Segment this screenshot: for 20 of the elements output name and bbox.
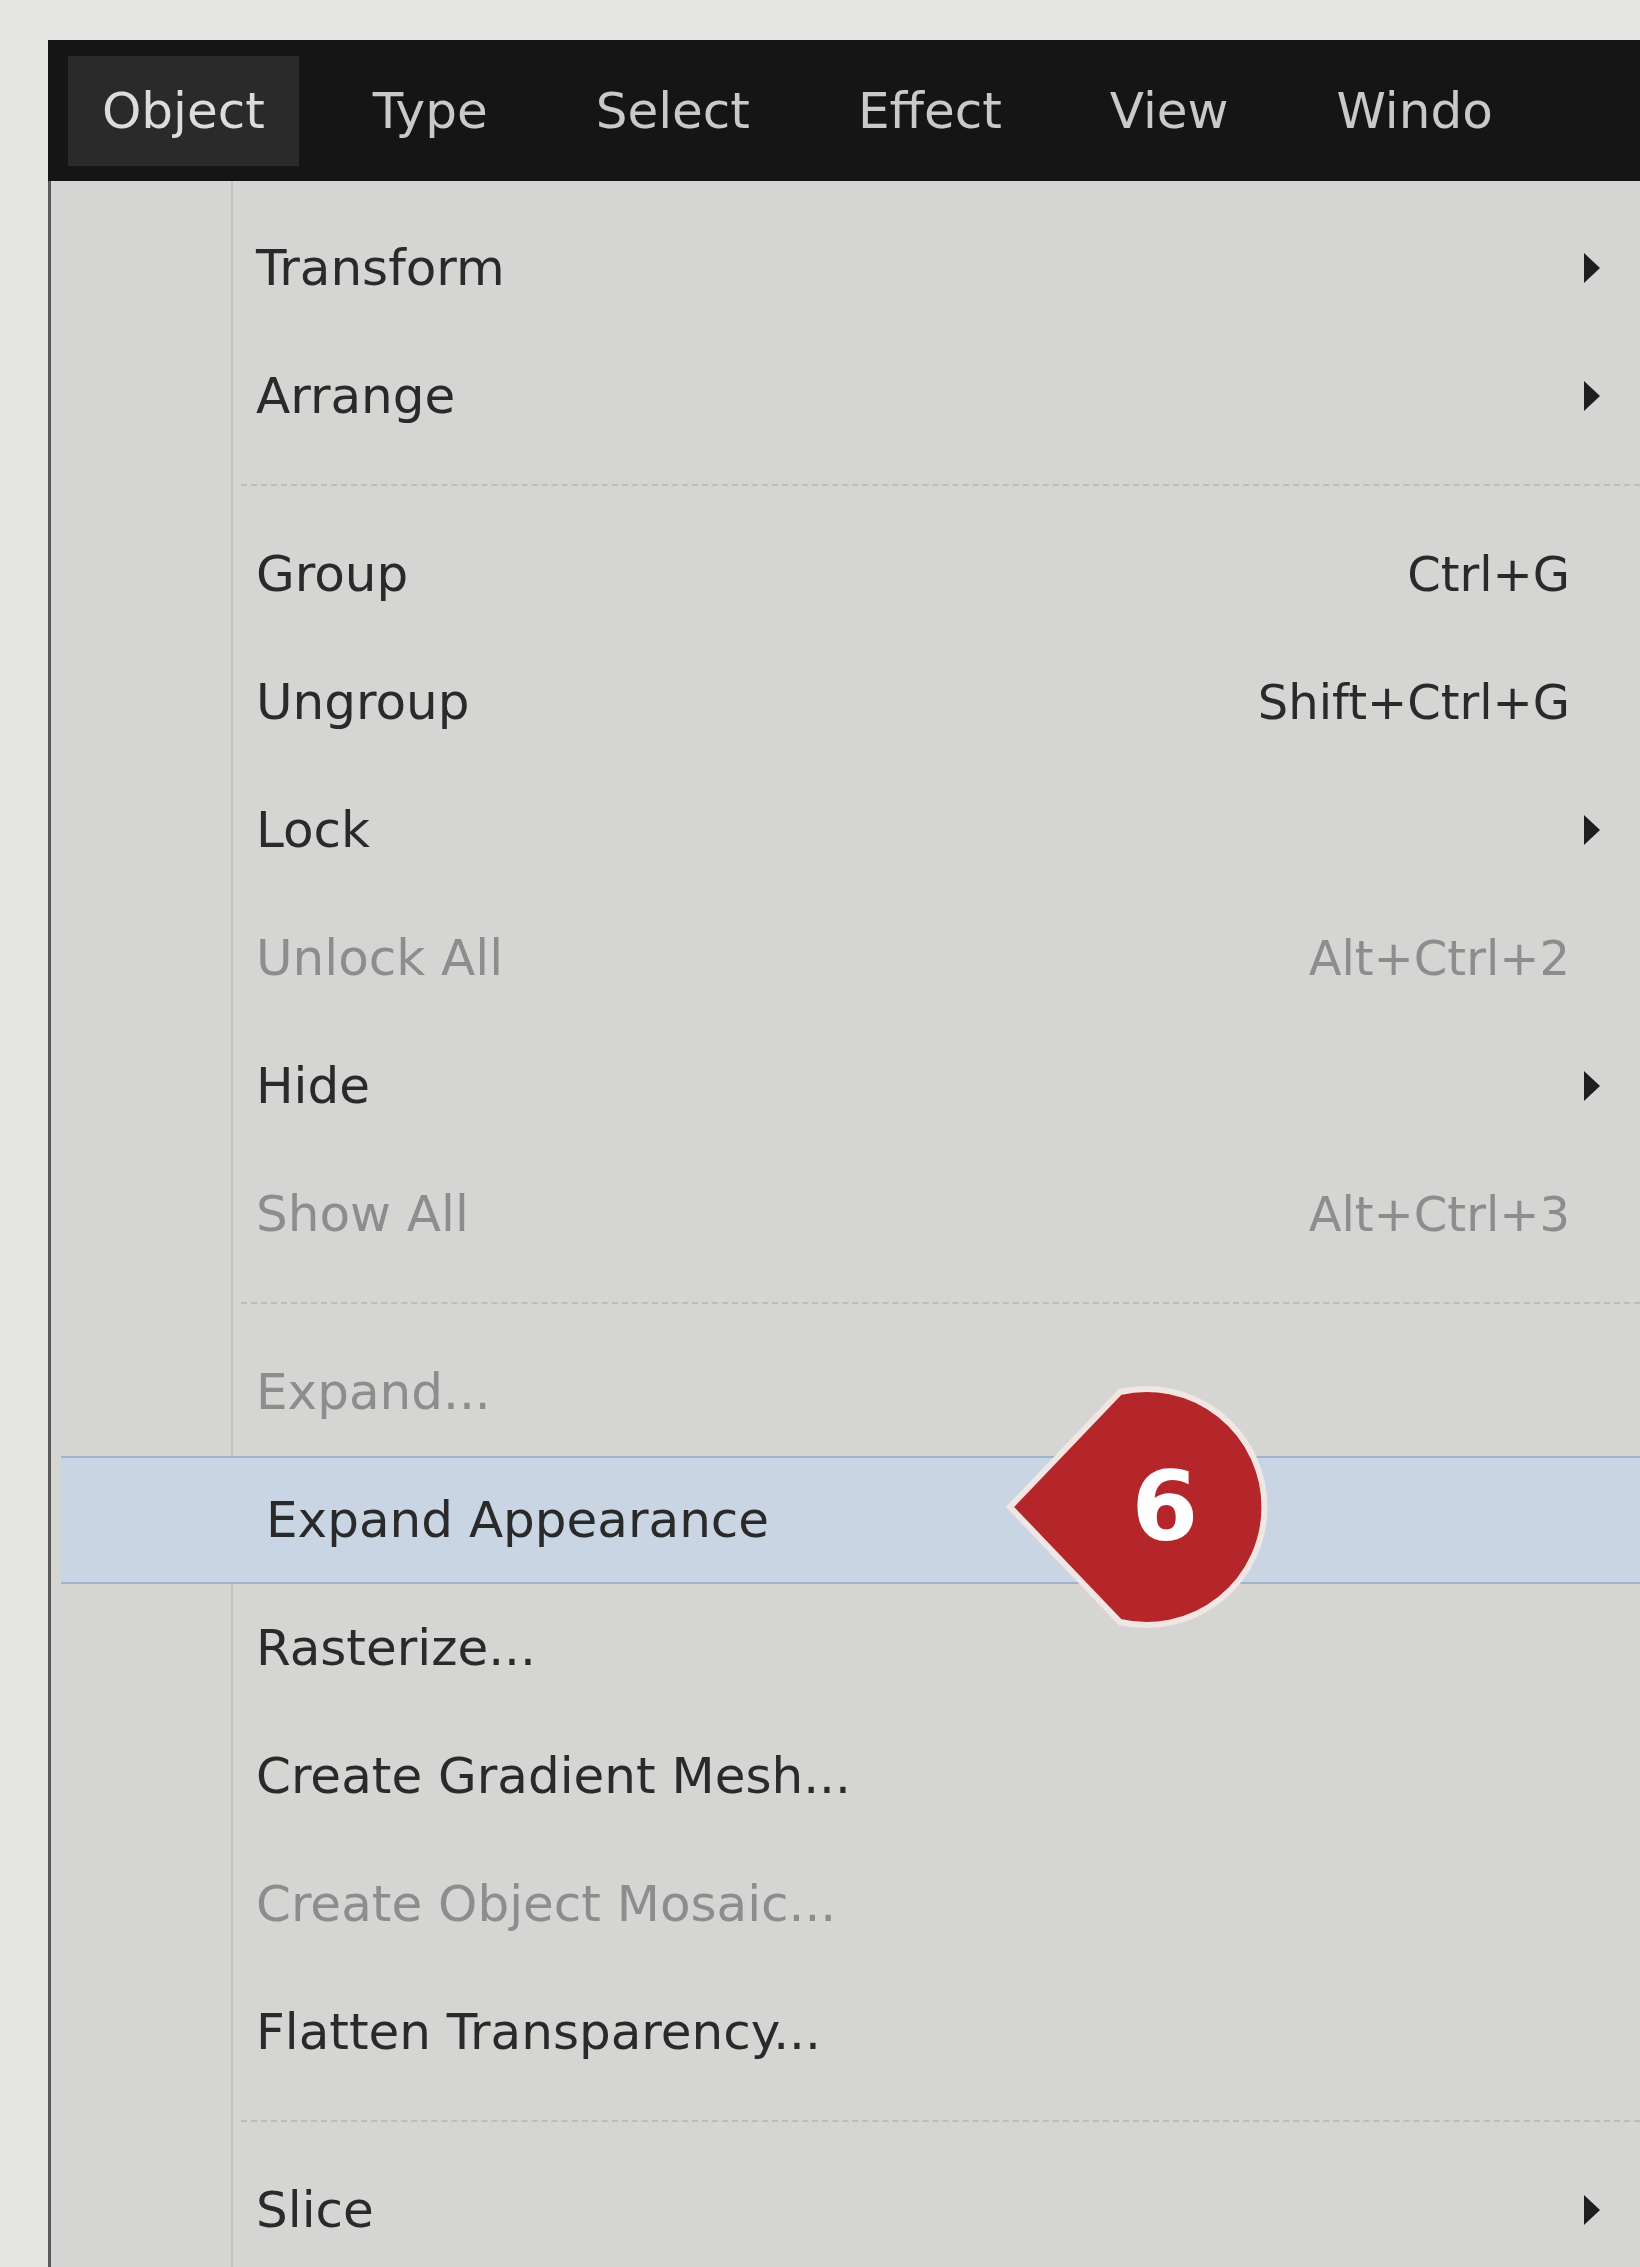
menu-item[interactable]: Rasterize... — [51, 1584, 1640, 1712]
menu-bar-item[interactable]: Select — [561, 55, 784, 166]
shortcut-label: Alt+Ctrl+3 — [1308, 1186, 1570, 1242]
menu-item[interactable]: Create Gradient Mesh... — [51, 1712, 1640, 1840]
menu-bar-item[interactable]: Object — [68, 55, 299, 166]
menu-bar-item[interactable]: View — [1075, 55, 1263, 166]
menu-item[interactable]: Lock — [51, 766, 1640, 894]
menu-item[interactable]: Transform — [51, 204, 1640, 332]
menu-item[interactable]: Group Ctrl+G — [51, 510, 1640, 638]
menu-bar-item[interactable]: Windo — [1302, 55, 1527, 166]
menu-item[interactable]: Flatten Transparency... — [51, 1968, 1640, 2096]
shortcut-label: Alt+Ctrl+2 — [1308, 930, 1570, 986]
menu-item[interactable]: Slice — [51, 2146, 1640, 2267]
menu-item[interactable]: Hide — [51, 1022, 1640, 1150]
menu-item[interactable]: Arrange — [51, 332, 1640, 460]
shortcut-label: Ctrl+G — [1407, 546, 1570, 602]
menu-bar-item[interactable]: Type — [338, 55, 522, 166]
menu-item[interactable]: Ungroup Shift+Ctrl+G — [51, 638, 1640, 766]
shortcut-label: Shift+Ctrl+G — [1257, 674, 1570, 730]
menu-bar-item[interactable]: Effect — [823, 55, 1036, 166]
